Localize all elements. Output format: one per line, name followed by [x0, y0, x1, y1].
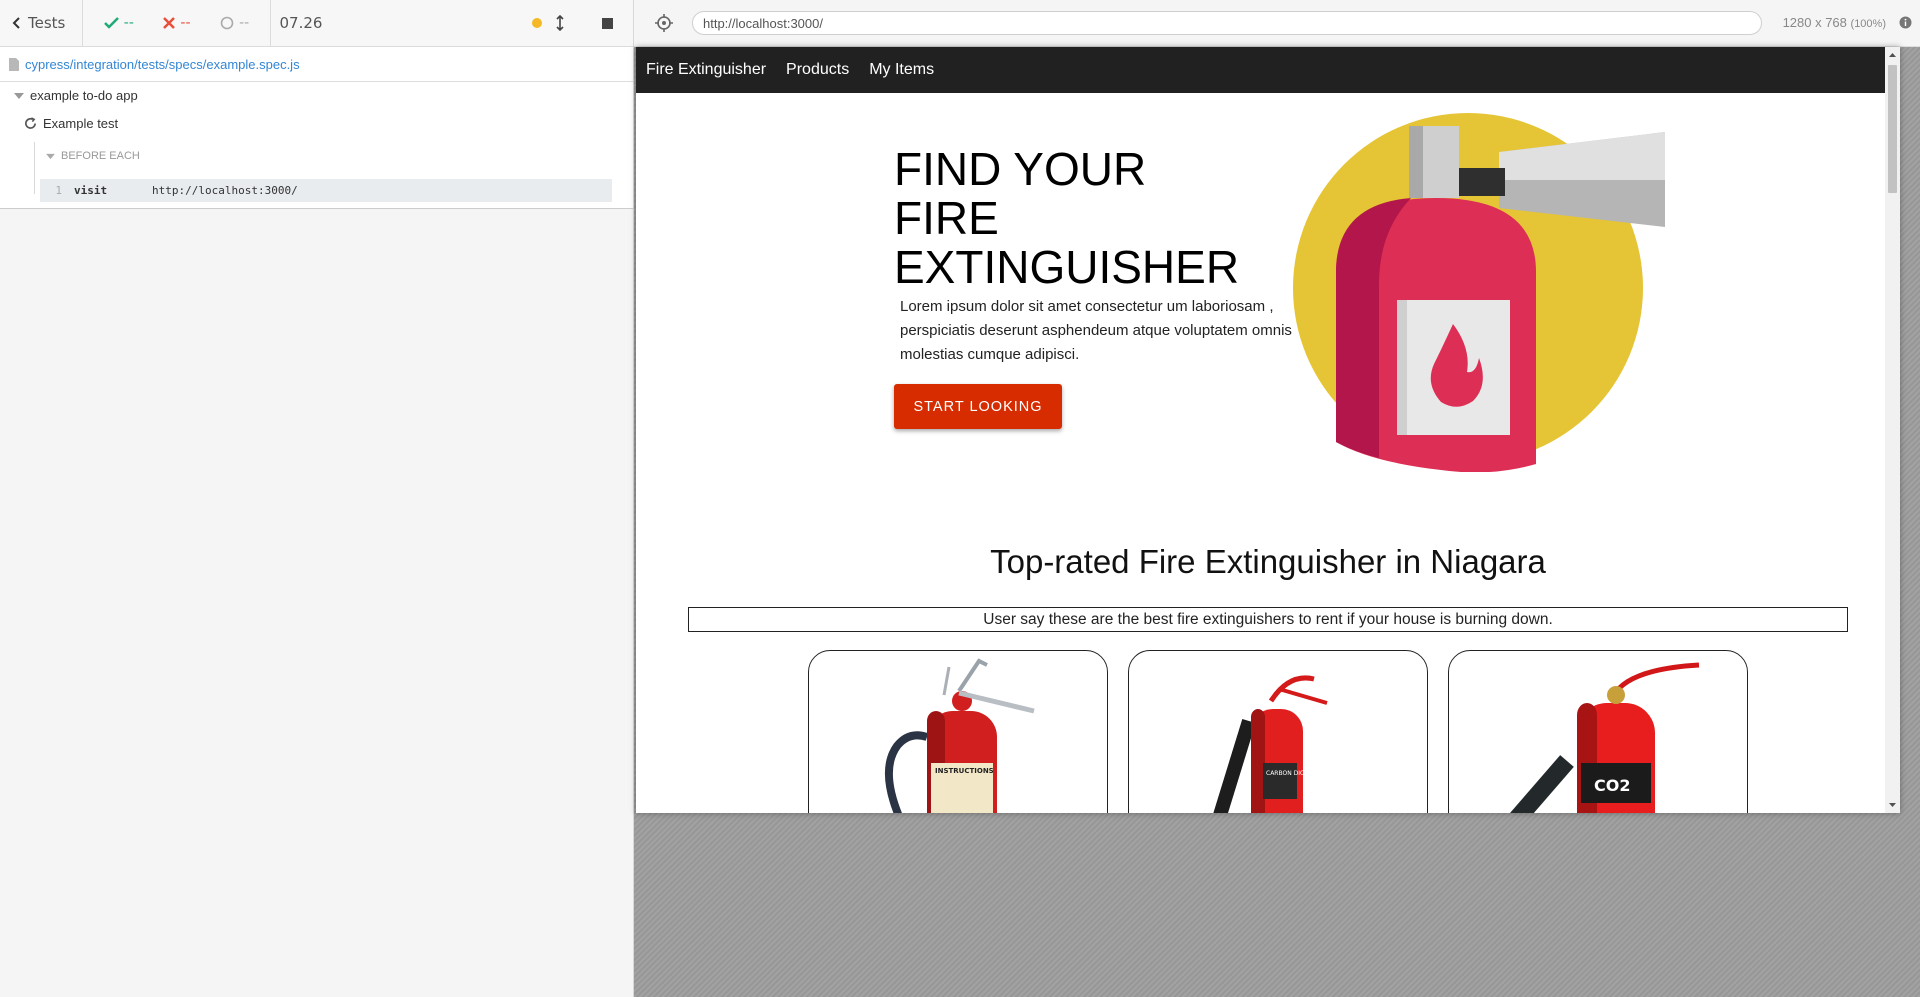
command-row[interactable]: 1 visit http://localhost:3000/ — [40, 179, 612, 202]
file-icon — [9, 57, 19, 71]
app-navbar: Fire Extinguisher Products My Items — [636, 47, 1900, 93]
nav-link-my-items[interactable]: My Items — [869, 61, 934, 79]
app-preview-area: http://localhost:3000/ 1280 x 768 (100%)… — [634, 0, 1920, 997]
run-duration: 07.26 — [279, 14, 323, 32]
start-looking-button[interactable]: START LOOKING — [894, 384, 1062, 429]
app-under-test-frame: Fire Extinguisher Products My Items FIND… — [636, 47, 1900, 813]
hook-row[interactable]: BEFORE EACH — [46, 150, 140, 162]
product-image: CARBON DIOXIDE — [1213, 675, 1328, 813]
test-title: Example test — [43, 116, 119, 131]
tests-label: Tests — [28, 14, 66, 32]
command-number: 1 — [55, 184, 62, 197]
hero-description: Lorem ipsum dolor sit amet consectetur u… — [900, 298, 1292, 363]
failed-count: -- — [180, 15, 191, 31]
stop-button[interactable] — [602, 17, 613, 29]
check-icon — [103, 17, 119, 29]
spec-file-bar: cypress/integration/tests/specs/example.… — [0, 47, 633, 82]
test-row[interactable]: Example test — [24, 116, 118, 131]
auto-scroll-icon[interactable] — [556, 15, 564, 31]
running-spinner-icon — [25, 117, 36, 129]
hook-title: BEFORE EACH — [61, 150, 140, 162]
command-message: http://localhost:3000/ — [152, 184, 298, 197]
scrollbar-thumb[interactable] — [1888, 65, 1897, 193]
product-image: INSTRUCTIONS — [885, 658, 1035, 813]
reporter-header: Tests -- -- -- 07.26 — [0, 0, 633, 47]
runnables-list: example to-do app Example test BEFORE EA… — [0, 82, 633, 209]
passed-count: -- — [123, 15, 134, 31]
product-card[interactable]: INSTRUCTIONS — [808, 650, 1108, 813]
test-stats: -- -- -- — [83, 0, 271, 46]
info-icon[interactable] — [1899, 16, 1912, 29]
pending-count: -- — [239, 15, 250, 31]
cypress-reporter: Tests -- -- -- 07.26 cypress/integration… — [0, 0, 634, 997]
viewport-zoom: (100%) — [1850, 18, 1886, 30]
product-label: INSTRUCTIONS — [935, 767, 994, 775]
product-card[interactable]: CO2 — [1448, 650, 1748, 813]
product-card[interactable]: CARBON DIOXIDE — [1128, 650, 1428, 813]
pending-stat[interactable]: -- — [220, 15, 249, 31]
command-name: visit — [74, 184, 108, 197]
viewport-info[interactable]: 1280 x 768 (100%) — [1783, 15, 1886, 30]
product-label: CO2 — [1594, 776, 1630, 795]
scroll-down-icon[interactable] — [1885, 799, 1900, 811]
hook-divider — [34, 142, 35, 194]
product-image: CO2 — [1510, 662, 1700, 813]
back-to-tests-button[interactable]: Tests — [0, 0, 83, 46]
caret-down-icon — [14, 92, 24, 99]
suite-row[interactable]: example to-do app — [14, 88, 138, 103]
suite-title: example to-do app — [30, 88, 138, 103]
hero-title-line: FIND YOUR — [894, 143, 1147, 195]
pending-circle-icon — [220, 16, 234, 30]
caret-down-icon — [46, 153, 55, 159]
viewport-size: 1280 x 768 — [1782, 15, 1847, 30]
spec-file-path[interactable]: cypress/integration/tests/specs/example.… — [25, 57, 300, 72]
scroll-up-icon[interactable] — [1885, 49, 1900, 61]
url-input[interactable]: http://localhost:3000/ — [692, 11, 1762, 35]
nav-link-products[interactable]: Products — [786, 61, 849, 79]
product-label: CARBON DIOXIDE — [1266, 770, 1319, 777]
selector-playground-icon[interactable] — [654, 13, 674, 33]
passed-stat[interactable]: -- — [103, 15, 134, 31]
section-title: Top-rated Fire Extinguisher in Niagara — [990, 543, 1546, 580]
hero-title: FIND YOUR FIRE EXTINGUISHER — [894, 145, 1239, 292]
app-scrollbar[interactable] — [1885, 47, 1900, 813]
section-subtitle: User say these are the best fire extingu… — [688, 607, 1848, 632]
fire-extinguisher-illustration — [1293, 113, 1665, 472]
x-icon — [163, 17, 176, 29]
failed-stat[interactable]: -- — [163, 15, 191, 31]
nav-link-home[interactable]: Fire Extinguisher — [646, 61, 766, 79]
reporter-controls — [532, 0, 633, 46]
hero-title-line: FIRE — [894, 192, 999, 244]
hero-title-line: EXTINGUISHER — [894, 241, 1240, 293]
url-bar: http://localhost:3000/ 1280 x 768 (100%) — [634, 0, 1920, 47]
chevron-left-icon — [12, 17, 20, 29]
running-indicator-icon — [532, 18, 542, 28]
